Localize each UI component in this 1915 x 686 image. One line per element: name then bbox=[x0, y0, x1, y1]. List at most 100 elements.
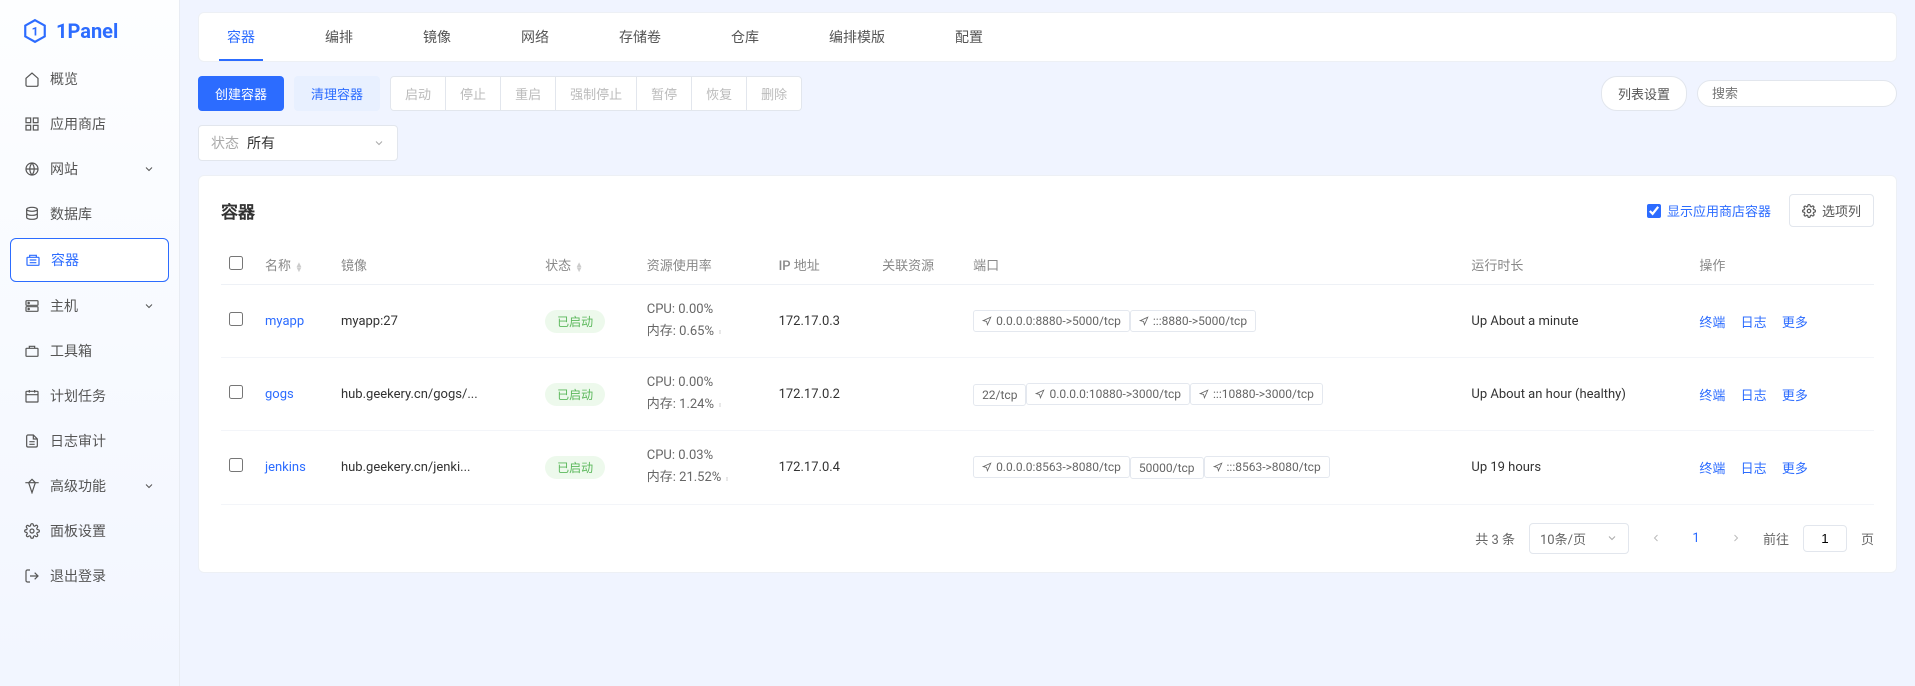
port-tag[interactable]: 22/tcp bbox=[973, 384, 1026, 406]
status-filter-select[interactable]: 状态 所有 bbox=[198, 125, 398, 161]
log-action[interactable]: 日志 bbox=[1741, 462, 1767, 477]
clean-container-button[interactable]: 清理容器 bbox=[294, 76, 380, 111]
next-page-button[interactable] bbox=[1723, 525, 1749, 551]
more-action[interactable]: 更多 bbox=[1782, 462, 1808, 477]
port-tag[interactable]: 50000/tcp bbox=[1130, 457, 1204, 479]
prev-page-button[interactable] bbox=[1643, 525, 1669, 551]
terminal-action[interactable]: 终端 bbox=[1699, 316, 1725, 331]
status-badge: 已启动 bbox=[545, 383, 605, 406]
tab-1[interactable]: 编排 bbox=[317, 13, 361, 61]
tab-2[interactable]: 镜像 bbox=[415, 13, 459, 61]
port-tag[interactable]: 0.0.0.0:8563->8080/tcp bbox=[973, 456, 1130, 478]
bulk-op-3[interactable]: 强制停止 bbox=[556, 77, 637, 110]
logo[interactable]: 1 1Panel bbox=[0, 0, 179, 58]
logo-text: 1Panel bbox=[56, 19, 118, 43]
bulk-op-0[interactable]: 启动 bbox=[391, 77, 446, 110]
bulk-op-1[interactable]: 停止 bbox=[446, 77, 501, 110]
port-tag[interactable]: :::8880->5000/tcp bbox=[1130, 310, 1256, 332]
row-checkbox[interactable] bbox=[229, 312, 243, 326]
search-input[interactable] bbox=[1712, 86, 1888, 101]
column-header-2: 镜像 bbox=[333, 245, 537, 285]
ip-cell: 172.17.0.3 bbox=[779, 314, 840, 329]
select-all-checkbox[interactable] bbox=[229, 256, 243, 270]
show-app-store-label: 显示应用商店容器 bbox=[1667, 201, 1771, 220]
page-number[interactable]: 1 bbox=[1683, 525, 1709, 551]
uptime-cell: Up 19 hours bbox=[1471, 460, 1541, 475]
log-action[interactable]: 日志 bbox=[1741, 316, 1767, 331]
sidebar-item-6[interactable]: 工具箱 bbox=[10, 330, 169, 372]
port-tag[interactable]: 0.0.0.0:8880->5000/tcp bbox=[973, 310, 1130, 332]
tab-bar: 容器 编排 镜像 网络 存储卷 仓库 编排模版 配置 bbox=[198, 12, 1897, 62]
sidebar-item-7[interactable]: 计划任务 bbox=[10, 375, 169, 417]
mem-usage: 内存: 21.52% bbox=[647, 467, 722, 489]
sidebar-item-3[interactable]: 数据库 bbox=[10, 193, 169, 235]
chevron-down-icon bbox=[143, 300, 155, 312]
sidebar-item-label: 概览 bbox=[50, 69, 78, 89]
column-header-3[interactable]: 状态▲▼ bbox=[537, 245, 639, 285]
columns-button[interactable]: 选项列 bbox=[1789, 194, 1874, 227]
port-tag[interactable]: :::8563->8080/tcp bbox=[1204, 456, 1330, 478]
sidebar-item-label: 面板设置 bbox=[50, 521, 106, 541]
container-name-link[interactable]: myapp bbox=[265, 314, 304, 329]
sidebar-item-2[interactable]: 网站 bbox=[10, 148, 169, 190]
goto-page-input[interactable] bbox=[1803, 525, 1847, 552]
more-action[interactable]: 更多 bbox=[1782, 316, 1808, 331]
uptime-cell: Up About a minute bbox=[1471, 314, 1578, 329]
tab-5[interactable]: 仓库 bbox=[723, 13, 767, 61]
column-header-1[interactable]: 名称▲▼ bbox=[257, 245, 333, 285]
log-action[interactable]: 日志 bbox=[1741, 389, 1767, 404]
column-header-4: 资源使用率 bbox=[639, 245, 771, 285]
tab-4[interactable]: 存储卷 bbox=[611, 13, 669, 61]
sidebar-item-label: 退出登录 bbox=[50, 566, 106, 586]
sidebar-item-1[interactable]: 应用商店 bbox=[10, 103, 169, 145]
container-name-link[interactable]: jenkins bbox=[265, 460, 306, 475]
show-app-store-checkbox-input[interactable] bbox=[1647, 204, 1661, 218]
server-icon bbox=[24, 298, 40, 314]
sidebar-item-0[interactable]: 概览 bbox=[10, 58, 169, 100]
sidebar-item-11[interactable]: 退出登录 bbox=[10, 555, 169, 597]
sidebar-item-label: 高级功能 bbox=[50, 476, 106, 496]
port-tag[interactable]: 0.0.0.0:10880->3000/tcp bbox=[1026, 383, 1190, 405]
bulk-op-5[interactable]: 恢复 bbox=[692, 77, 747, 110]
create-container-button[interactable]: 创建容器 bbox=[198, 76, 284, 111]
sidebar-item-10[interactable]: 面板设置 bbox=[10, 510, 169, 552]
container-name-link[interactable]: gogs bbox=[265, 387, 294, 402]
nav-arrow-icon bbox=[1035, 389, 1045, 399]
container-icon bbox=[25, 252, 41, 268]
terminal-action[interactable]: 终端 bbox=[1699, 389, 1725, 404]
page-size-select[interactable]: 10条/页 bbox=[1529, 523, 1629, 554]
bulk-op-6[interactable]: 删除 bbox=[747, 77, 801, 110]
chevron-down-icon bbox=[143, 480, 155, 492]
tab-7[interactable]: 配置 bbox=[947, 13, 991, 61]
cpu-usage: CPU: 0.00% bbox=[647, 299, 763, 321]
search-input-wrapper[interactable] bbox=[1697, 80, 1897, 107]
pagination-total: 共 3 条 bbox=[1475, 529, 1515, 548]
image-cell: hub.geekery.cn/gogs/... bbox=[341, 387, 478, 402]
tab-0[interactable]: 容器 bbox=[219, 13, 263, 61]
terminal-action[interactable]: 终端 bbox=[1699, 462, 1725, 477]
image-cell: hub.geekery.cn/jenki... bbox=[341, 460, 470, 475]
list-settings-button[interactable]: 列表设置 bbox=[1601, 76, 1687, 111]
show-app-store-checkbox[interactable]: 显示应用商店容器 bbox=[1647, 201, 1771, 220]
globe-icon bbox=[24, 161, 40, 177]
bulk-op-4[interactable]: 暂停 bbox=[637, 77, 692, 110]
sidebar-item-4[interactable]: 容器 bbox=[10, 238, 169, 282]
sidebar-item-label: 计划任务 bbox=[50, 386, 106, 406]
table-row: gogs hub.geekery.cn/gogs/... 已启动 CPU: 0.… bbox=[221, 358, 1874, 431]
row-checkbox[interactable] bbox=[229, 458, 243, 472]
tab-3[interactable]: 网络 bbox=[513, 13, 557, 61]
ip-cell: 172.17.0.2 bbox=[779, 387, 840, 402]
gear-icon bbox=[1802, 204, 1816, 218]
bulk-op-2[interactable]: 重启 bbox=[501, 77, 556, 110]
sidebar-item-8[interactable]: 日志审计 bbox=[10, 420, 169, 462]
status-filter-value: 所有 bbox=[247, 133, 275, 153]
port-tag[interactable]: :::10880->3000/tcp bbox=[1190, 383, 1323, 405]
nav-arrow-icon bbox=[982, 316, 992, 326]
tab-6[interactable]: 编排模版 bbox=[821, 13, 893, 61]
more-action[interactable]: 更多 bbox=[1782, 389, 1808, 404]
chevron-down-icon bbox=[373, 137, 385, 149]
sidebar-item-9[interactable]: 高级功能 bbox=[10, 465, 169, 507]
sidebar-item-5[interactable]: 主机 bbox=[10, 285, 169, 327]
row-checkbox[interactable] bbox=[229, 385, 243, 399]
sort-icon: ▲▼ bbox=[575, 262, 583, 272]
